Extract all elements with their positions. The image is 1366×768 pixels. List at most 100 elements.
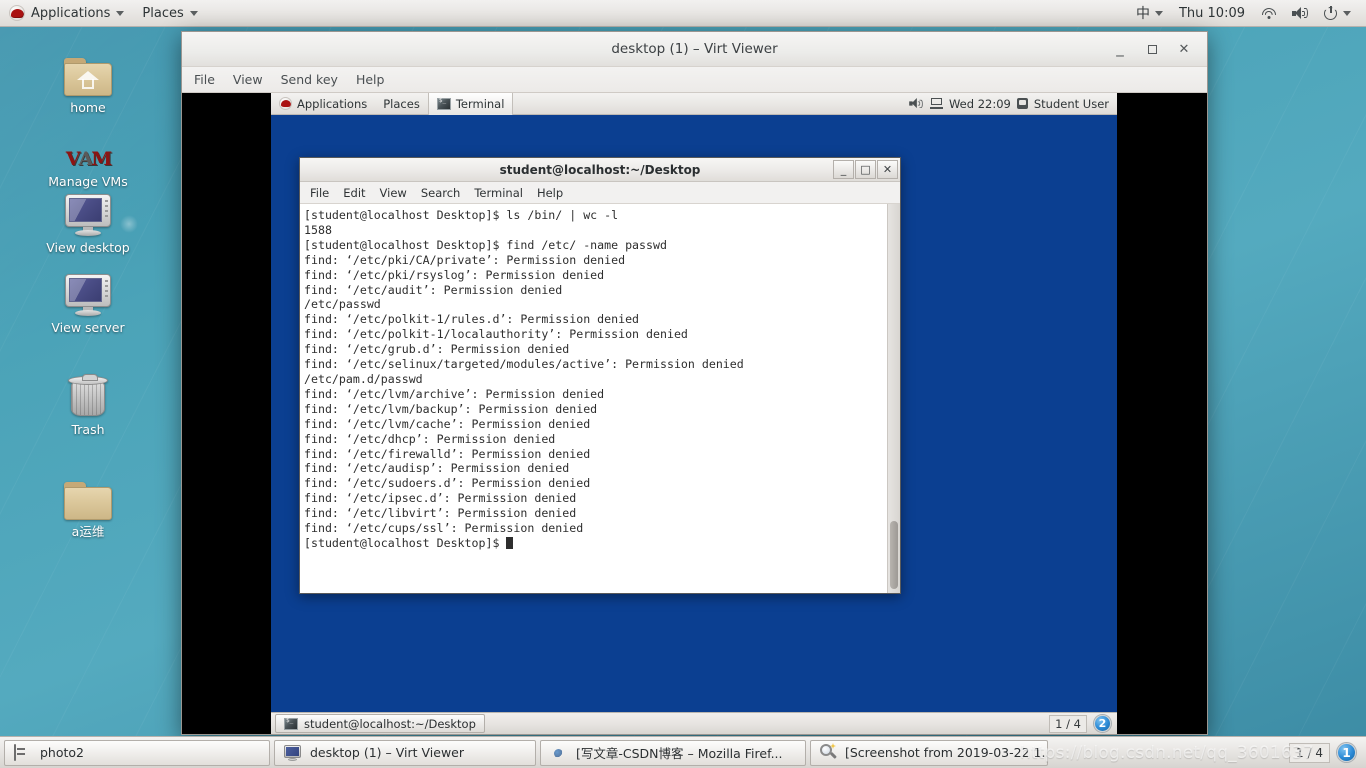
- guest-workspace-badge[interactable]: 2: [1094, 715, 1111, 732]
- terminal-line: find: ‘/etc/lvm/cache’: Permission denie…: [304, 417, 887, 432]
- terminal-menubar: File Edit View Search Terminal Help: [300, 182, 900, 204]
- terminal-line: /etc/passwd: [304, 297, 887, 312]
- terminal-line: 1588: [304, 223, 887, 238]
- guest-applications-label: Applications: [297, 97, 367, 111]
- taskbar-item-virt-viewer[interactable]: desktop (1) – Virt Viewer: [274, 740, 536, 766]
- menu-file[interactable]: File: [194, 72, 215, 87]
- maximize-button[interactable]: [1143, 40, 1161, 60]
- desktop-icon-label: a运维: [72, 525, 105, 539]
- terminal-close-button[interactable]: ✕: [877, 160, 898, 179]
- wifi-icon: [1261, 7, 1276, 20]
- guest-workspace-count: 1 / 4: [1049, 715, 1087, 733]
- desktop-icon-trash[interactable]: Trash: [28, 366, 148, 437]
- terminal-menu-file[interactable]: File: [310, 186, 329, 200]
- chevron-down-icon: [190, 11, 198, 16]
- terminal-line: find: ‘/etc/libvirt’: Permission denied: [304, 506, 887, 521]
- menu-send-key[interactable]: Send key: [281, 72, 338, 87]
- virt-viewer-canvas: Applications Places Terminal: [182, 93, 1207, 734]
- guest-places-menu[interactable]: Places: [375, 93, 428, 115]
- volume-indicator[interactable]: [1285, 0, 1315, 26]
- terminal-line: find: ‘/etc/firewalld’: Permission denie…: [304, 447, 887, 462]
- taskbar-item-photo2[interactable]: photo2: [4, 740, 270, 766]
- guest-clock[interactable]: Wed 22:09: [949, 97, 1011, 111]
- terminal-line: /etc/pam.d/passwd: [304, 372, 887, 387]
- terminal-cursor: [506, 537, 513, 549]
- desktop-screen: Applications Places 中 Thu 10:09: [0, 0, 1366, 768]
- host-applications-label: Applications: [31, 6, 110, 21]
- monitor-icon: [65, 264, 111, 316]
- terminal-line: [student@localhost Desktop]$ ls /bin/ | …: [304, 208, 887, 223]
- terminal-menu-search[interactable]: Search: [421, 186, 461, 200]
- desktop-icon-view-desktop[interactable]: View desktop: [28, 184, 148, 255]
- taskbar-item-label: [Screenshot from 2019-03-22 1...: [845, 745, 1048, 760]
- desktop-icon-manage-vms[interactable]: VAM Manage VMs: [28, 118, 148, 189]
- user-icon: [1017, 98, 1028, 109]
- terminal-line: [student@localhost Desktop]$ find /etc/ …: [304, 238, 887, 253]
- minimize-button[interactable]: _: [1111, 40, 1129, 60]
- terminal-output[interactable]: [student@localhost Desktop]$ ls /bin/ | …: [300, 204, 887, 593]
- chevron-down-icon: [116, 11, 124, 16]
- guest-top-panel: Applications Places Terminal: [271, 93, 1117, 115]
- terminal-line: find: ‘/etc/selinux/targeted/modules/act…: [304, 357, 887, 372]
- host-workspace-switcher[interactable]: 1 / 4 1: [1289, 743, 1362, 763]
- terminal-line: find: ‘/etc/polkit-1/rules.d’: Permissio…: [304, 312, 887, 327]
- red-hat-logo-icon: [9, 5, 25, 21]
- guest-desktop-area: student@localhost:~/Desktop _ □ ✕ File E…: [271, 115, 1117, 712]
- guest-active-app-label: Terminal: [456, 97, 505, 111]
- network-icon[interactable]: [930, 98, 943, 109]
- desktop-icon-label: View server: [51, 321, 124, 335]
- terminal-icon: [437, 98, 451, 110]
- speaker-icon: [1292, 7, 1308, 20]
- virt-viewer-titlebar[interactable]: desktop (1) – Virt Viewer _ ✕: [182, 32, 1207, 67]
- terminal-screen[interactable]: [student@localhost Desktop]$ ls /bin/ | …: [300, 204, 900, 593]
- desktop-icon-label: home: [70, 101, 105, 115]
- chevron-down-icon: [1343, 11, 1351, 16]
- terminal-line: find: ‘/etc/lvm/archive’: Permission den…: [304, 387, 887, 402]
- guest-workspace-switcher[interactable]: 1 / 4 2: [1049, 715, 1117, 733]
- power-icon: [1324, 6, 1338, 20]
- host-workspace-badge[interactable]: 1: [1337, 743, 1356, 762]
- host-taskbar: photo2 desktop (1) – Virt Viewer [写文章-CS…: [0, 736, 1366, 768]
- guest-active-app[interactable]: Terminal: [428, 93, 514, 115]
- terminal-menu-view[interactable]: View: [380, 186, 407, 200]
- desktop-icon-label: View desktop: [46, 241, 130, 255]
- input-method-indicator[interactable]: 中: [1129, 0, 1170, 26]
- desktop-icon-a-yunwei[interactable]: a运维: [28, 468, 148, 539]
- terminal-menu-terminal[interactable]: Terminal: [474, 186, 523, 200]
- host-applications-menu[interactable]: Applications: [0, 0, 133, 26]
- guest-taskbar-item-terminal[interactable]: student@localhost:~/Desktop: [275, 714, 485, 733]
- host-places-menu[interactable]: Places: [133, 0, 206, 26]
- terminal-line: find: ‘/etc/polkit-1/localauthority’: Pe…: [304, 327, 887, 342]
- host-clock-label: Thu 10:09: [1179, 6, 1245, 21]
- menu-view[interactable]: View: [233, 72, 263, 87]
- speaker-icon[interactable]: [909, 98, 923, 109]
- desktop-icon-label: Trash: [71, 423, 104, 437]
- monitor-icon: [65, 184, 111, 236]
- terminal-menu-help[interactable]: Help: [537, 186, 563, 200]
- guest-user-label[interactable]: Student User: [1034, 97, 1109, 111]
- taskbar-item-screenshot[interactable]: [Screenshot from 2019-03-22 1...: [810, 740, 1048, 766]
- terminal-titlebar[interactable]: student@localhost:~/Desktop _ □ ✕: [300, 158, 900, 182]
- host-clock[interactable]: Thu 10:09: [1172, 0, 1252, 26]
- desktop-icon-home[interactable]: home: [28, 44, 148, 115]
- terminal-line: find: ‘/etc/pki/rsyslog’: Permission den…: [304, 268, 887, 283]
- guest-bottom-panel: student@localhost:~/Desktop 1 / 4 2: [271, 712, 1117, 734]
- host-places-label: Places: [142, 6, 183, 21]
- virt-viewer-window: desktop (1) – Virt Viewer _ ✕ File View …: [181, 31, 1208, 735]
- system-menu[interactable]: [1317, 0, 1358, 26]
- guest-applications-menu[interactable]: Applications: [271, 93, 375, 115]
- wifi-indicator[interactable]: [1254, 0, 1283, 26]
- terminal-maximize-button[interactable]: □: [855, 160, 876, 179]
- terminal-scrollbar[interactable]: [887, 204, 900, 593]
- terminal-line: find: ‘/etc/pki/CA/private’: Permission …: [304, 253, 887, 268]
- red-hat-logo-icon: [279, 97, 292, 110]
- menu-help[interactable]: Help: [356, 72, 385, 87]
- close-button[interactable]: ✕: [1175, 40, 1193, 60]
- taskbar-item-firefox[interactable]: [写文章-CSDN博客 – Mozilla Firef...: [540, 740, 806, 766]
- desktop-icon-view-server[interactable]: View server: [28, 264, 148, 335]
- terminal-line: [student@localhost Desktop]$: [304, 536, 887, 551]
- terminal-scrollbar-thumb[interactable]: [890, 521, 898, 589]
- terminal-menu-edit[interactable]: Edit: [343, 186, 365, 200]
- archive-icon: [14, 745, 32, 761]
- terminal-minimize-button[interactable]: _: [833, 160, 854, 179]
